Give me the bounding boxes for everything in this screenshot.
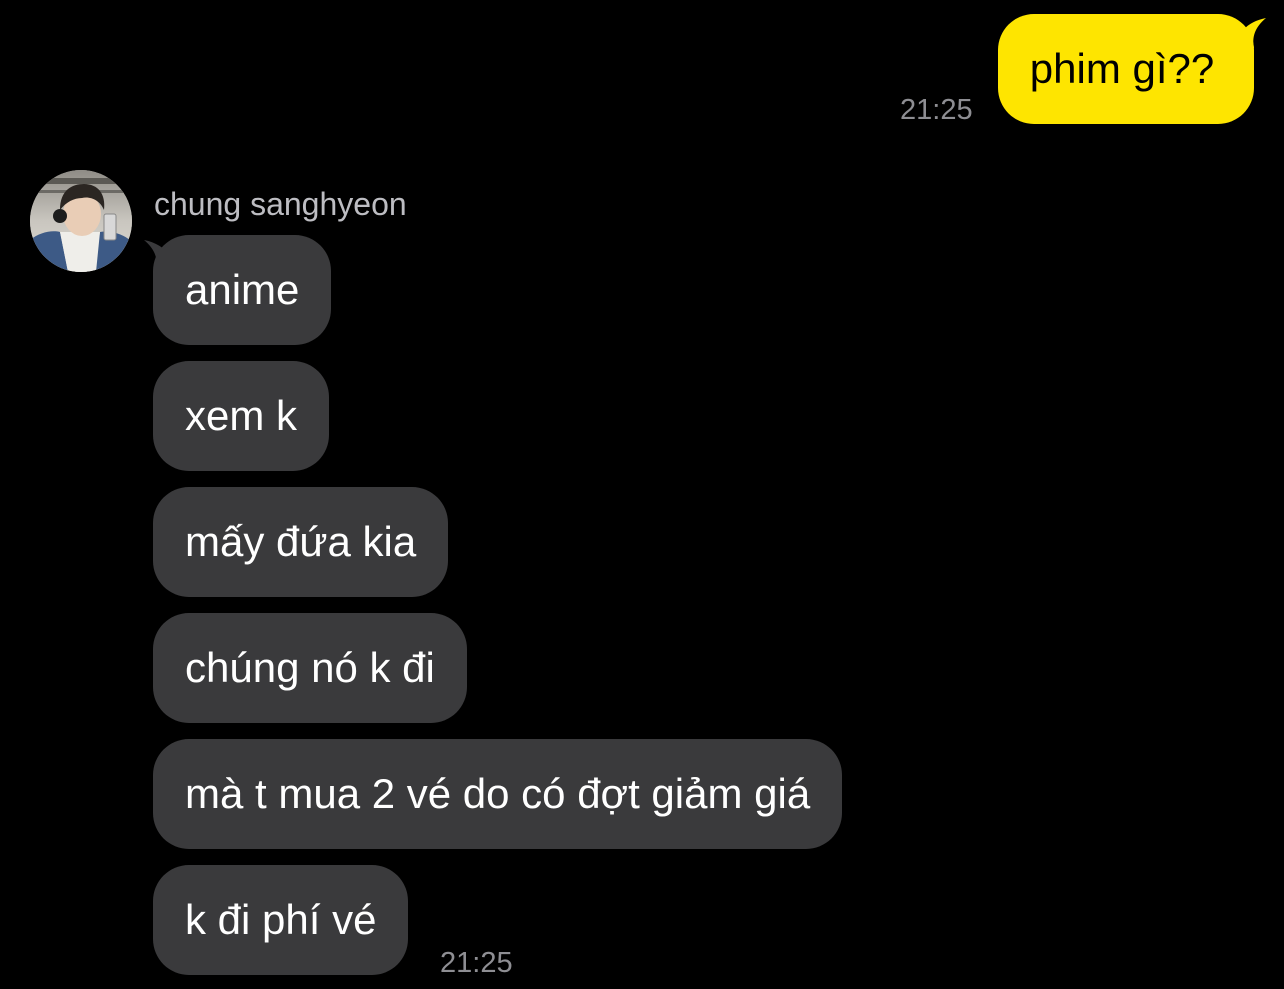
profile-photo-icon: [30, 170, 132, 272]
sent-message-bubble[interactable]: phim gì??: [998, 14, 1254, 124]
received-message-bubble[interactable]: k đi phí vé: [153, 865, 409, 975]
sent-message-timestamp: 21:25: [900, 94, 973, 126]
chat-screen: phim gì?? 21:25 chung sanghyeon anime xe…: [0, 0, 1284, 989]
sender-name: chung sanghyeon: [154, 186, 407, 222]
avatar[interactable]: [30, 170, 132, 272]
received-message-bubble[interactable]: mấy đứa kia: [153, 487, 449, 597]
received-message-bubble[interactable]: anime: [153, 235, 332, 345]
received-message-bubble[interactable]: mà t mua 2 vé do có đợt giảm giá: [153, 739, 843, 849]
received-message-timestamp: 21:25: [440, 947, 513, 979]
received-message-bubble[interactable]: chúng nó k đi: [153, 613, 467, 723]
received-message-bubble[interactable]: xem k: [153, 361, 330, 471]
